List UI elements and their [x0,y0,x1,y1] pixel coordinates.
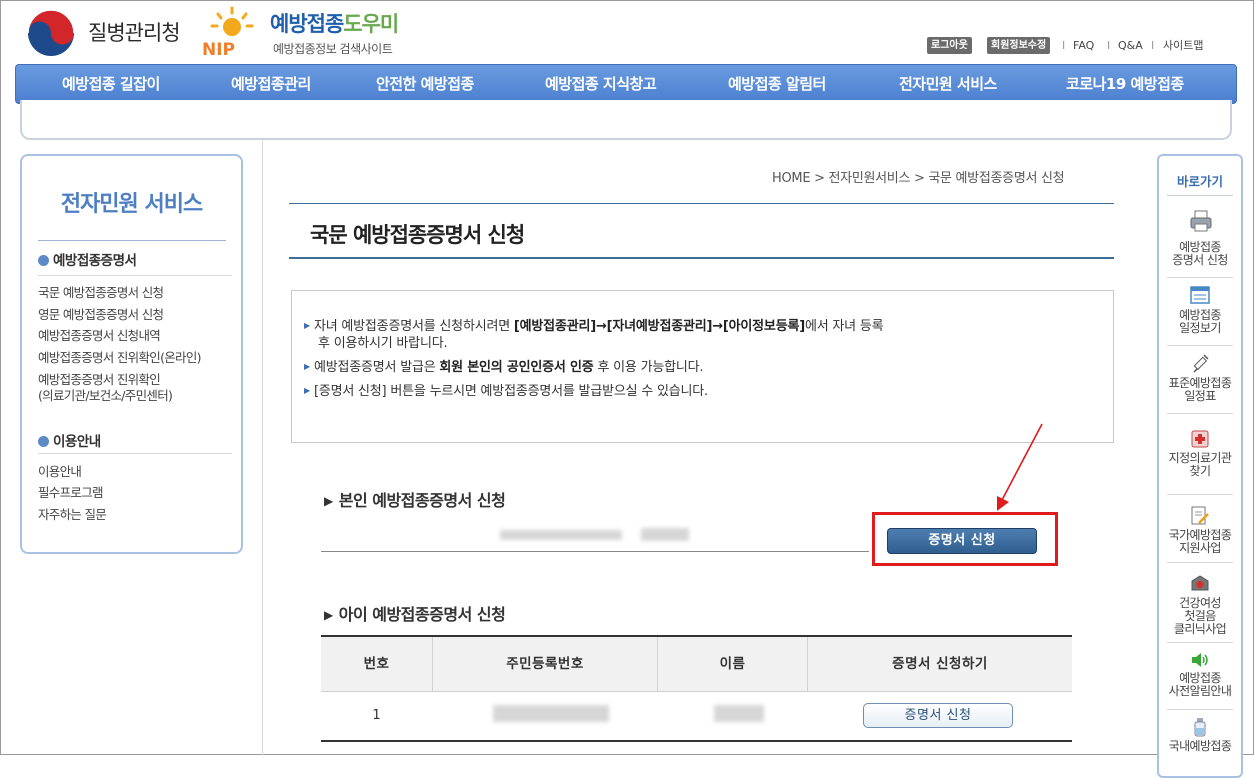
redacted-child-name [714,705,764,722]
column-header-name: 이름 [719,656,746,672]
quick-link-pre-notification[interactable]: 예방접종 사전알림안내 [1159,672,1241,698]
divider [1167,195,1233,196]
redacted-resident-number [493,705,609,722]
divider [1167,345,1233,346]
quick-menu: 바로가기 예방접종 증명서 신청 예방접종 일정보기 표준예방접종 일정표 지정의료기… [1157,154,1243,778]
speaker-icon[interactable] [1190,652,1210,668]
quick-link-schedule[interactable]: 예방접종 일정보기 [1159,309,1241,335]
syringe-icon[interactable] [1190,353,1210,375]
column-header-number: 번호 [363,656,390,672]
vial-icon[interactable] [1192,716,1208,738]
child-certificate-heading: ▶ 아이 예방접종증명서 신청 [324,601,506,625]
printer-icon[interactable] [1188,208,1214,234]
child-certificate-apply-button[interactable]: 증명서 신청 [863,703,1013,728]
quick-link-label: 지원사업 [1179,541,1221,555]
divider [1167,709,1233,710]
quick-link-certificate[interactable]: 예방접종 증명서 신청 [1159,241,1241,267]
quick-link-label: 일정보기 [1179,321,1221,335]
table-bottom-border [321,740,1072,742]
quick-menu-title: 바로가기 [1176,174,1223,189]
divider [1167,413,1233,414]
column-header-resident-number: 주민등록번호 [506,656,584,672]
quick-link-designated-clinics[interactable]: 지정의료기관 찾기 [1159,452,1241,478]
divider [1167,277,1233,278]
document-pen-icon[interactable] [1190,505,1210,527]
divider [1167,562,1233,563]
section-title: 아이 예방접종증명서 신청 [338,605,506,624]
hospital-icon[interactable] [1190,429,1210,449]
triangle-icon: ▶ [324,608,333,622]
quick-link-label: 클리닉사업 [1173,622,1227,636]
divider [1167,494,1233,495]
column-header-apply: 증명서 신청하기 [892,656,988,672]
table-header-border [321,691,1072,692]
child-certificate-table: 번호 주민등록번호 이름 증명서 신청하기 1 증명서 신청 [321,635,1072,743]
quick-link-label: 찾기 [1189,464,1211,478]
first-aid-kit-icon[interactable] [1190,573,1210,593]
divider [1167,642,1233,643]
quick-link-national-support[interactable]: 국가예방접종 지원사업 [1159,529,1241,555]
quick-link-label: 증명서 신청 [1172,253,1228,267]
row-number: 1 [372,708,381,723]
quick-link-label: 사전알림안내 [1168,684,1232,698]
quick-link-women-health[interactable]: 건강여성 첫걸음 클리닉사업 [1159,597,1241,636]
quick-link-domestic-vaccination[interactable]: 국내예방접종 [1159,740,1241,753]
quick-link-label: 일정표 [1184,389,1216,403]
calendar-icon[interactable] [1189,284,1211,306]
quick-link-standard-schedule[interactable]: 표준예방접종 일정표 [1159,377,1241,403]
